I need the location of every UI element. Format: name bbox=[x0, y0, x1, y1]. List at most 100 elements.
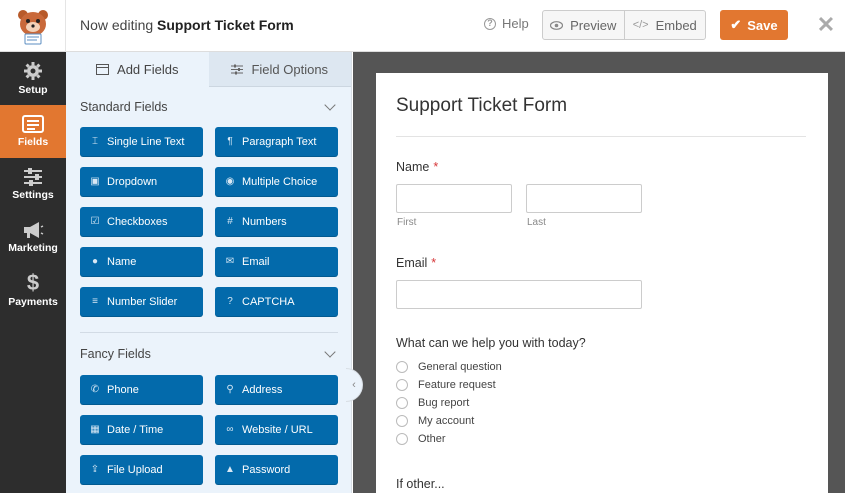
field-address[interactable]: ⚲ Address bbox=[215, 375, 338, 404]
tab-field-options[interactable]: Field Options bbox=[208, 52, 351, 87]
first-name-input[interactable] bbox=[396, 184, 512, 213]
email-input[interactable] bbox=[396, 280, 642, 309]
fancy-fields-header[interactable]: Fancy Fields bbox=[80, 346, 338, 361]
field-label: Phone bbox=[107, 383, 139, 396]
nav-settings[interactable]: Settings bbox=[0, 158, 66, 211]
field-label: Paragraph Text bbox=[242, 135, 317, 148]
email-field-label: Email * bbox=[396, 256, 436, 270]
field-label: Numbers bbox=[242, 215, 287, 228]
hash-icon: # bbox=[227, 216, 233, 227]
field-label: Address bbox=[242, 383, 283, 396]
field-paragraph-text[interactable]: ¶ Paragraph Text bbox=[215, 127, 338, 156]
map-pin-icon: ⚲ bbox=[226, 384, 234, 395]
form-title: Support Ticket Form bbox=[396, 95, 568, 116]
field-label: Number Slider bbox=[107, 295, 178, 308]
radio-button[interactable] bbox=[396, 397, 408, 409]
option-label: Other bbox=[418, 433, 446, 445]
field-label: Checkboxes bbox=[107, 215, 168, 228]
field-file-upload[interactable]: ⇪ File Upload bbox=[80, 455, 203, 484]
panel-tabs: Add Fields Field Options bbox=[66, 52, 351, 87]
field-label: Password bbox=[242, 463, 291, 476]
radio-button[interactable] bbox=[396, 433, 408, 445]
radio-dot-icon: ◉ bbox=[225, 176, 235, 187]
bear-mascot-icon bbox=[17, 10, 48, 45]
help-link[interactable]: ? Help bbox=[484, 16, 529, 31]
nav-payments-label: Payments bbox=[8, 296, 58, 308]
field-multiple-choice[interactable]: ◉ Multiple Choice bbox=[215, 167, 338, 196]
title-separator bbox=[396, 136, 806, 137]
field-label: File Upload bbox=[107, 463, 163, 476]
field-label: Single Line Text bbox=[107, 135, 185, 148]
form-name: Support Ticket Form bbox=[157, 17, 294, 33]
envelope-icon: ✉ bbox=[225, 256, 235, 267]
option-label: My account bbox=[418, 415, 475, 427]
radio-button[interactable] bbox=[396, 361, 408, 373]
field-password[interactable]: ▲ Password bbox=[215, 455, 338, 484]
nav-fields-label: Fields bbox=[17, 136, 49, 148]
option-general-question[interactable]: General question bbox=[396, 361, 502, 373]
option-feature-request[interactable]: Feature request bbox=[396, 379, 496, 391]
required-asterisk: * bbox=[433, 160, 439, 174]
preview-label: Preview bbox=[570, 17, 617, 33]
close-icon[interactable]: ✕ bbox=[816, 14, 836, 36]
field-label: Dropdown bbox=[107, 175, 158, 188]
radio-button[interactable] bbox=[396, 415, 408, 427]
tab-add-fields-label: Add Fields bbox=[117, 62, 179, 77]
save-button[interactable]: ✔ Save bbox=[720, 10, 788, 40]
field-numbers[interactable]: # Numbers bbox=[215, 207, 338, 236]
field-name[interactable]: ● Name bbox=[80, 247, 203, 276]
lock-icon: ▲ bbox=[225, 464, 235, 475]
option-label: General question bbox=[418, 361, 502, 373]
option-other[interactable]: Other bbox=[396, 433, 446, 445]
preview-embed-group: Preview </> Embed bbox=[542, 10, 706, 40]
nav-payments[interactable]: $ Payments bbox=[0, 264, 66, 317]
field-captcha[interactable]: ? CAPTCHA bbox=[215, 287, 338, 316]
chevron-left-icon: ‹ bbox=[352, 379, 356, 391]
option-label: Feature request bbox=[418, 379, 496, 391]
tab-add-fields[interactable]: Add Fields bbox=[66, 52, 209, 87]
last-name-input[interactable] bbox=[526, 184, 642, 213]
embed-button[interactable]: </> Embed bbox=[623, 11, 706, 39]
fields-panel: Add Fields Field Options Standard Fields… bbox=[66, 52, 352, 493]
nav-setup[interactable]: Setup bbox=[0, 52, 66, 105]
field-label: Multiple Choice bbox=[242, 175, 318, 188]
field-dropdown[interactable]: ▣ Dropdown bbox=[80, 167, 203, 196]
last-sublabel: Last bbox=[527, 217, 546, 228]
standard-fields-title: Standard Fields bbox=[80, 100, 168, 114]
slider-icon: ≡ bbox=[92, 296, 98, 307]
gear-icon bbox=[24, 62, 42, 80]
dollar-icon: $ bbox=[26, 270, 40, 295]
field-label: Name bbox=[107, 255, 137, 268]
phone-icon: ✆ bbox=[90, 384, 100, 395]
eye-icon bbox=[550, 20, 564, 30]
field-checkboxes[interactable]: ☑ Checkboxes bbox=[80, 207, 203, 236]
wpforms-logo bbox=[0, 0, 66, 52]
help-question-label: What can we help you with today? bbox=[396, 336, 586, 350]
field-email[interactable]: ✉ Email bbox=[215, 247, 338, 276]
editing-prefix: Now editing bbox=[80, 17, 154, 33]
field-label: Date / Time bbox=[107, 423, 164, 436]
required-asterisk: * bbox=[431, 256, 437, 270]
option-bug-report[interactable]: Bug report bbox=[396, 397, 469, 409]
radio-button[interactable] bbox=[396, 379, 408, 391]
fancy-fields-grid: ✆ Phone ⚲ Address ▦ Date / Time ∞ Website / … bbox=[80, 375, 338, 484]
section-divider bbox=[80, 332, 338, 333]
field-number-slider[interactable]: ≡ Number Slider bbox=[80, 287, 203, 316]
option-my-account[interactable]: My account bbox=[396, 415, 474, 427]
builder-sidebar: Setup Fields Settings Marketing $ Paymen… bbox=[0, 52, 66, 493]
field-website-url[interactable]: ∞ Website / URL bbox=[215, 415, 338, 444]
help-label: Help bbox=[502, 16, 529, 31]
text-cursor-icon: ⌶ bbox=[92, 136, 98, 147]
nav-marketing[interactable]: Marketing bbox=[0, 211, 66, 264]
field-phone[interactable]: ✆ Phone bbox=[80, 375, 203, 404]
field-single-line-text[interactable]: ⌶ Single Line Text bbox=[80, 127, 203, 156]
field-label: CAPTCHA bbox=[242, 295, 295, 308]
paragraph-icon: ¶ bbox=[227, 136, 233, 147]
upload-icon: ⇪ bbox=[90, 464, 100, 475]
field-date-time[interactable]: ▦ Date / Time bbox=[80, 415, 203, 444]
preview-button[interactable]: Preview bbox=[543, 11, 624, 39]
sliders-icon bbox=[24, 168, 42, 186]
checkmark-icon: ✔ bbox=[730, 17, 742, 32]
nav-fields[interactable]: Fields bbox=[0, 105, 66, 158]
standard-fields-header[interactable]: Standard Fields bbox=[80, 99, 338, 114]
